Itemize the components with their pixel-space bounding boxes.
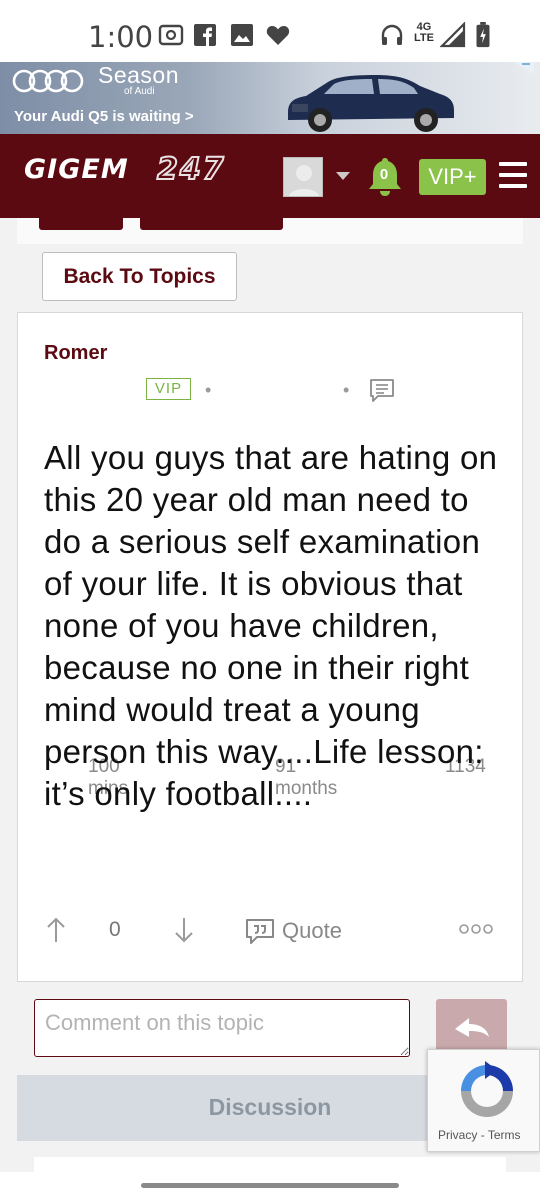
ad-cta[interactable]: Your Audi Q5 is waiting > [14,108,194,125]
headphones-icon [381,24,403,45]
post-author[interactable]: Romer [44,342,107,365]
upvote-icon[interactable] [45,916,67,944]
vote-count: 0 [109,918,121,941]
link-separator: - [480,1128,485,1142]
site-logo[interactable]: GIGEM [24,154,129,185]
downvote-icon[interactable] [173,916,195,944]
signal-icon [440,22,466,48]
user-silhouette-icon [288,165,320,196]
recaptcha-logo-icon [461,1061,513,1117]
ad-brand: Season [98,62,180,88]
comment-input[interactable] [34,999,410,1057]
menu-icon[interactable] [499,162,527,195]
privacy-link[interactable]: Privacy [438,1128,477,1142]
ad-brand-sub: of Audi [124,86,155,97]
quote-icon[interactable] [245,917,275,945]
facebook-icon [194,24,216,46]
heart-icon [266,25,290,45]
site-logo-suffix[interactable]: 247 [156,151,226,188]
status-time: 1:00 [88,20,154,54]
back-to-topics-button[interactable]: Back To Topics [42,252,237,301]
radio-icon [158,24,184,46]
partial-button[interactable] [39,218,123,230]
network-indicator: 4G LTE [414,22,434,44]
terms-link[interactable]: Terms [488,1128,521,1142]
account-dropdown-caret[interactable] [336,172,350,180]
status-bar: 1:00 4G LTE [0,0,540,62]
avatar[interactable] [283,157,323,197]
ad-banner[interactable]: Season of Audi Your Audi Q5 is waiting > [0,62,540,134]
vip-badge: VIP [146,378,191,400]
ad-info-icon[interactable] [514,62,534,74]
partial-button[interactable] [140,218,283,230]
recaptcha-links: Privacy - Terms [438,1128,520,1142]
post-body: All you guys that are hating on this 20 … [44,439,498,812]
meta-separator: • [205,380,212,400]
battery-icon [476,22,490,48]
car-image [288,75,454,132]
audi-rings-icon [12,69,84,93]
meta-separator: • [343,380,350,400]
network-sub: LTE [414,32,434,44]
vip-plus-button[interactable]: VIP+ [419,159,486,195]
home-gesture-handle[interactable] [141,1183,399,1188]
gallery-icon [231,24,253,46]
notification-count: 0 [379,166,389,183]
quote-button[interactable]: Quote [282,918,342,944]
message-icon [370,379,394,402]
more-options-icon[interactable] [459,922,493,936]
